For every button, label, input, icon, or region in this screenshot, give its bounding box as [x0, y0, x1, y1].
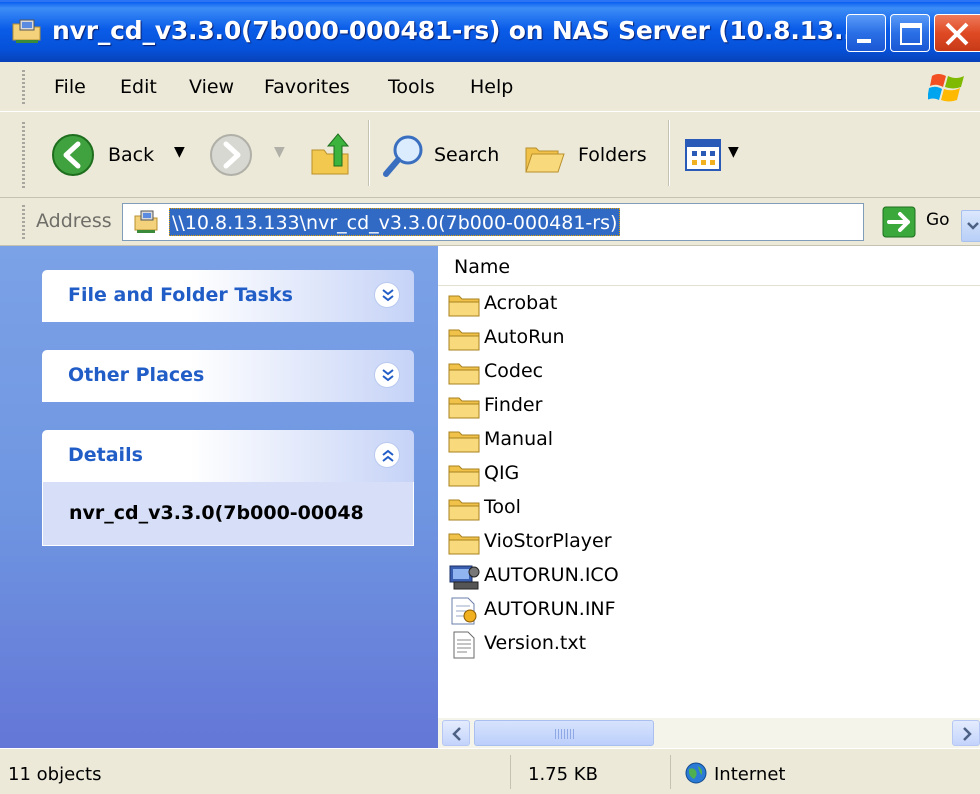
folder-icon: [448, 465, 480, 487]
file-name: Codec: [484, 360, 544, 382]
chevron-down-icon: [967, 222, 979, 230]
chevron-left-icon: [452, 727, 461, 741]
file-name: VioStorPlayer: [484, 530, 612, 552]
status-bar: 11 objects 1.75 KB Internet: [0, 748, 980, 794]
details-panel: nvr_cd_v3.3.0(7b000-00048: [42, 482, 414, 546]
folder-icon: [448, 397, 480, 419]
menu-help[interactable]: Help: [470, 76, 513, 98]
minimize-button[interactable]: [846, 14, 886, 52]
status-object-count: 11 objects: [8, 764, 102, 785]
address-label: Address: [36, 210, 112, 232]
chevron-right-icon: [963, 727, 972, 741]
menu-view[interactable]: View: [189, 76, 234, 98]
status-divider: [510, 755, 511, 789]
folders-button[interactable]: Folders: [522, 132, 658, 178]
menu-grip: [22, 70, 25, 104]
name-column-label: Name: [454, 256, 511, 278]
title-bar[interactable]: nvr_cd_v3.3.0(7b000-000481-rs) on NAS Se…: [0, 0, 980, 62]
file-name: Finder: [484, 394, 543, 416]
go-arrow-icon[interactable]: [882, 206, 916, 238]
address-dropdown-button[interactable]: [961, 210, 980, 242]
up-folder-icon[interactable]: [308, 132, 356, 180]
toolbar-separator: [368, 120, 370, 186]
status-zone: Internet: [714, 764, 786, 785]
name-column-header[interactable]: Name: [438, 246, 980, 286]
forward-arrow-icon: [210, 134, 252, 176]
file-name: Acrobat: [484, 292, 558, 314]
file-name: AUTORUN.INF: [484, 598, 616, 620]
folder-icon: [448, 363, 480, 385]
expand-chevron-icon[interactable]: [374, 362, 400, 388]
details-header[interactable]: Details: [42, 430, 414, 482]
other-places-header[interactable]: Other Places: [42, 350, 414, 402]
search-label: Search: [434, 144, 500, 166]
file-name: AUTORUN.ICO: [484, 564, 619, 586]
other-places-title: Other Places: [68, 364, 205, 386]
folder-icon: [448, 431, 480, 453]
forward-button[interactable]: ▼: [208, 132, 288, 178]
menu-edit[interactable]: Edit: [120, 76, 157, 98]
file-name: Version.txt: [484, 632, 587, 654]
status-size: 1.75 KB: [528, 764, 598, 785]
address-input[interactable]: \\10.8.13.133\nvr_cd_v3.3.0(7b000-000481…: [169, 208, 621, 236]
file-folder-tasks-title: File and Folder Tasks: [68, 284, 293, 306]
close-button[interactable]: [934, 14, 980, 52]
windows-logo-icon: [928, 74, 964, 102]
file-list[interactable]: Name Acrobat AutoRun Codec Finder Manual…: [438, 246, 980, 718]
menu-favorites[interactable]: Favorites: [264, 76, 350, 98]
maximize-button[interactable]: [890, 14, 930, 52]
address-bar: Address \\10.8.13.133\nvr_cd_v3.3.0(7b00…: [0, 198, 980, 246]
back-arrow-icon: [52, 134, 94, 176]
back-dropdown-icon[interactable]: ▼: [174, 144, 185, 160]
folder-icon: [448, 329, 480, 351]
address-grip: [22, 205, 25, 239]
horizontal-scrollbar[interactable]: [438, 718, 980, 748]
back-button[interactable]: Back ▼: [50, 132, 200, 178]
ico-file-icon: [449, 565, 480, 590]
views-icon: [685, 139, 721, 171]
search-button[interactable]: Search: [382, 132, 512, 178]
file-name: Manual: [484, 428, 554, 450]
toolbar-separator: [668, 120, 670, 186]
details-title: Details: [68, 444, 143, 466]
toolbar-grip: [22, 122, 25, 188]
standard-toolbar: Back ▼ ▼ Search Folders ▼: [0, 112, 980, 198]
address-field[interactable]: \\10.8.13.133\nvr_cd_v3.3.0(7b000-000481…: [122, 203, 980, 242]
collapse-chevron-icon[interactable]: [374, 442, 400, 468]
menu-file[interactable]: File: [54, 76, 86, 98]
task-pane: File and Folder Tasks Other Places Detai…: [0, 246, 438, 764]
views-button[interactable]: ▼: [684, 136, 750, 174]
window-title: nvr_cd_v3.3.0(7b000-000481-rs) on NAS Se…: [52, 16, 872, 45]
text-file-icon: [453, 631, 475, 659]
folder-icon: [448, 499, 480, 521]
go-button[interactable]: Go: [926, 210, 950, 230]
file-name: Tool: [484, 496, 521, 518]
scroll-left-button[interactable]: [442, 720, 470, 746]
file-name: QIG: [484, 462, 520, 484]
network-drive-icon: [134, 210, 158, 233]
folder-icon: [448, 533, 480, 555]
file-folder-tasks-header[interactable]: File and Folder Tasks: [42, 270, 414, 322]
menu-bar: File Edit View Favorites Tools Help: [0, 62, 980, 112]
search-icon: [383, 135, 423, 177]
file-name: AutoRun: [484, 326, 565, 348]
scroll-right-button[interactable]: [952, 720, 980, 746]
folder-icon: [448, 295, 480, 317]
internet-globe-icon: [685, 762, 707, 784]
views-dropdown-icon: ▼: [728, 144, 739, 160]
folders-label: Folders: [578, 144, 647, 166]
forward-dropdown-icon: ▼: [274, 144, 285, 160]
inf-file-icon: [451, 597, 477, 625]
back-label: Back: [108, 144, 155, 166]
status-divider: [670, 755, 671, 789]
details-item-name: nvr_cd_v3.3.0(7b000-00048: [69, 502, 364, 524]
menu-tools[interactable]: Tools: [388, 76, 435, 98]
folders-icon: [525, 147, 565, 173]
scroll-thumb[interactable]: [474, 720, 654, 746]
network-folder-icon: [12, 19, 41, 43]
expand-chevron-icon[interactable]: [374, 282, 400, 308]
